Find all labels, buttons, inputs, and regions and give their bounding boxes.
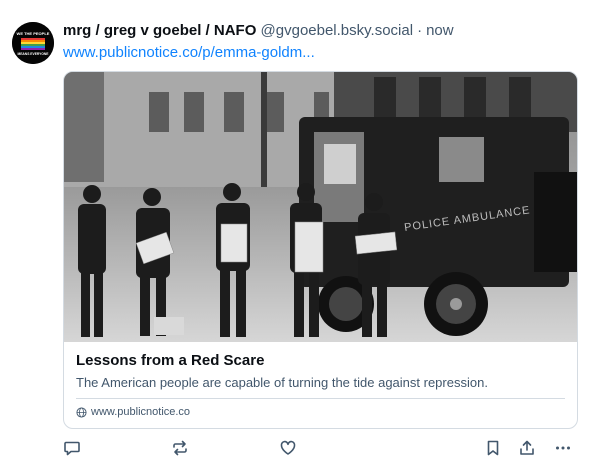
- post-timestamp[interactable]: now: [426, 22, 454, 39]
- like-icon: [280, 440, 296, 455]
- more-icon: [556, 446, 570, 450]
- author-handle[interactable]: @gvgoebel.bsky.social: [261, 22, 414, 39]
- card-domain-row: www.publicnotice.co: [76, 404, 190, 420]
- avatar[interactable]: WE THE PEOPLE MEANS EVERYONE: [12, 22, 54, 64]
- post[interactable]: WE THE PEOPLE MEANS EVERYONE mrg / greg …: [0, 0, 610, 470]
- bookmark-icon: [487, 440, 499, 456]
- separator: ·: [417, 22, 423, 39]
- share-button[interactable]: [518, 438, 536, 458]
- link-card[interactable]: POLICE AMBULANCE Lessons from a Red Scar…: [63, 71, 578, 429]
- reply-button[interactable]: [63, 438, 81, 458]
- bookmark-button[interactable]: [484, 438, 502, 458]
- repost-icon: [173, 440, 187, 456]
- repost-button[interactable]: [171, 438, 189, 458]
- post-link[interactable]: www.publicnotice.co/p/emma-goldm...: [63, 43, 315, 63]
- card-divider: [76, 398, 565, 399]
- author-display-name[interactable]: mrg / greg v goebel / NAFO: [63, 22, 256, 39]
- globe-icon: [76, 406, 87, 418]
- card-title: Lessons from a Red Scare: [76, 352, 265, 369]
- avatar-text-bottom: MEANS EVERYONE: [17, 52, 49, 56]
- share-icon: [520, 440, 534, 455]
- action-bar: [63, 438, 578, 458]
- like-button[interactable]: [279, 438, 297, 458]
- post-header: mrg / greg v goebel / NAFO @gvgoebel.bsk…: [63, 21, 454, 41]
- card-domain: www.publicnotice.co: [91, 406, 191, 418]
- card-description: The American people are capable of turni…: [76, 375, 488, 390]
- more-button[interactable]: [554, 438, 572, 458]
- card-image[interactable]: POLICE AMBULANCE: [64, 72, 577, 342]
- card-body[interactable]: Lessons from a Red Scare The American pe…: [64, 342, 577, 428]
- avatar-text-top: WE THE PEOPLE: [17, 31, 50, 36]
- reply-icon: [64, 441, 80, 456]
